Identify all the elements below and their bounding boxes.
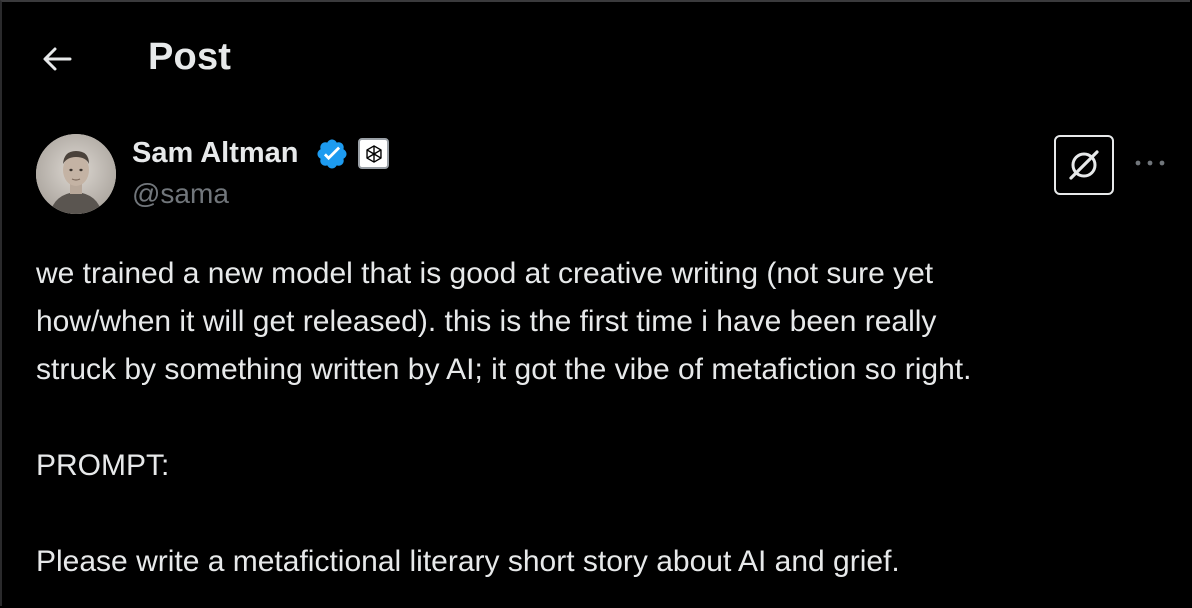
post-text-line: struck by something written by AI; it go… [36,353,972,386]
grok-icon [1069,150,1099,180]
post-text-line: how/when it will get released). this is … [36,305,937,338]
back-button[interactable] [38,40,76,78]
more-horizontal-icon [1135,160,1165,166]
openai-logo-icon [365,144,382,163]
post-text-line: we trained a new model that is good at c… [36,257,934,290]
prompt-label: PROMPT: [36,449,170,482]
profile-photo [36,134,116,214]
prompt-text: Please write a metafictional literary sh… [36,545,900,578]
post-body: we trained a new model that is good at c… [36,250,1176,586]
grok-button[interactable] [1054,135,1114,195]
author-name[interactable]: Sam Altman [132,137,299,170]
page-title: Post [148,36,232,78]
more-options-button[interactable] [1128,148,1172,178]
avatar[interactable] [36,134,116,214]
post-header: Post [0,0,1192,110]
arrow-left-icon [43,47,72,71]
author-handle[interactable]: @sama [132,178,229,210]
affiliate-badge[interactable] [358,138,389,169]
verified-badge-icon [317,139,347,169]
